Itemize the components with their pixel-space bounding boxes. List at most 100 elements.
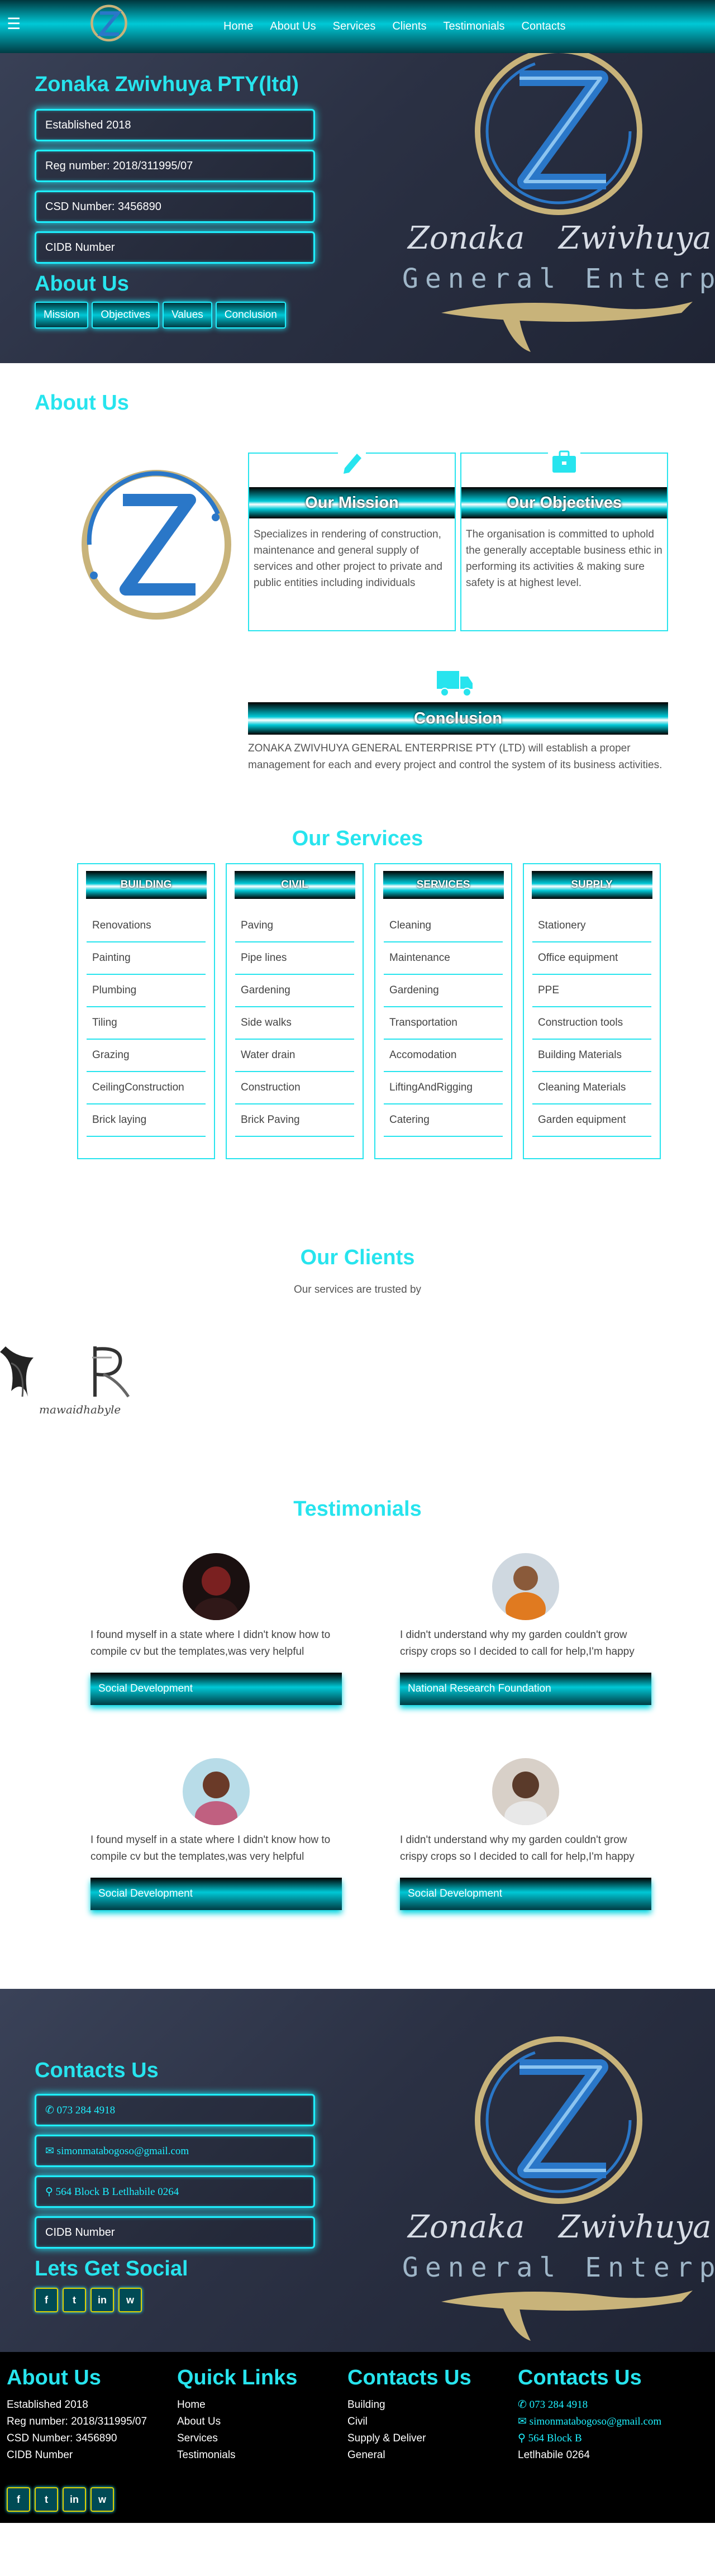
service-item: Maintenance [384,942,503,975]
nav-clients[interactable]: Clients [392,20,426,33]
social-title: Lets Get Social [35,2257,188,2280]
objectives-title: Our Objectives [506,494,622,512]
about-section: About Us Our Mission Specializes in rend… [0,363,715,827]
whatsapp-icon[interactable]: w [118,2288,142,2312]
nav-contacts[interactable]: Contacts [522,20,566,33]
footer-email[interactable]: ✉ simonmatabogoso@gmail.com [518,2413,708,2430]
testimonial-source: Social Development [400,1878,651,1910]
testimonials-title: Testimonials [293,1497,422,1521]
service-item: Transportation [384,1007,503,1040]
footer-link-testimonials[interactable]: Testimonials [177,2447,339,2464]
facebook-icon[interactable]: f [7,2487,30,2512]
nav-home[interactable]: Home [223,20,253,33]
logo-word-2: Zwivhuya [557,2209,712,2245]
service-item: Tiling [87,1007,206,1040]
twitter-icon[interactable]: t [63,2288,86,2312]
footer-phone-text: 073 284 4918 [529,2399,588,2411]
service-item: Construction [235,1072,354,1104]
footer-about-line: CSD Number: 3456890 [7,2432,117,2444]
mission-title: Our Mission [305,494,399,512]
footer-about-line: Reg number: 2018/311995/07 [7,2416,147,2427]
testimonials-section: Testimonials I found myself in a state w… [0,1497,715,1989]
footer-phone[interactable]: ✆ 073 284 4918 [518,2397,708,2413]
service-column-title: CIVIL [281,879,308,891]
objectives-title-bar: Our Objectives [461,487,667,518]
service-item: Water drain [235,1040,354,1072]
nav-about[interactable]: About Us [270,20,316,33]
service-item: Accomodation [384,1040,503,1072]
truck-icon [437,671,473,697]
address-box[interactable]: ⚲ 564 Block B Letlhabile 0264 [35,2175,315,2208]
about-tabs: Mission Objectives Values Conclusion [35,302,320,328]
linkedin-icon[interactable]: in [63,2487,86,2512]
footer-email-text: simonmatabogoso@gmail.com [529,2416,662,2427]
testimonial-2: I didn't understand why my garden couldn… [400,1553,651,1705]
service-item: Renovations [87,910,206,942]
footer-address[interactable]: ⚲ 564 Block B [518,2430,708,2447]
service-item: Catering [384,1104,503,1137]
mission-text: Specializes in rendering of construction… [254,528,442,589]
client-logo-text: mawaidhabyle [39,1403,121,1416]
testimonial-quote: I didn't understand why my garden couldn… [400,1834,635,1863]
service-item: Stationery [532,910,651,942]
logo-line-2: General Enterpri [402,263,715,294]
avatar [183,1553,250,1620]
hero-section: Zonaka Zwivhuya General Enterpri Zonaka … [0,0,715,363]
service-column-civil: CIVIL Paving Pipe lines Gardening Side walks… [226,863,364,1159]
menu-icon[interactable]: ☰ [7,15,21,33]
service-item: Gardening [384,975,503,1007]
logo-word-2: Zwivhuya [557,220,712,256]
footer-social-links: f t in w [7,2487,114,2512]
footer-link-home[interactable]: Home [177,2397,339,2413]
service-item: Construction tools [532,1007,651,1040]
nav-links: Home About Us Services Clients Testimoni… [223,20,565,33]
service-column-services: SERVICES Cleaning Maintenance Gardening Tran… [374,863,512,1159]
service-list: Stationery Office equipment PPE Constructio… [532,910,651,1137]
tab-conclusion[interactable]: Conclusion [215,302,286,328]
cidb-box: CIDB Number [35,2216,315,2249]
pencil-icon [338,449,366,477]
footer-quick-links: Quick Links Home About Us Services Testi… [177,2366,339,2464]
about-section-title: About Us [35,391,129,415]
clients-subtitle: Our services are trusted by [293,1284,422,1296]
service-item: Painting [87,942,206,975]
service-column-title: SERVICES [416,879,470,891]
service-column-header: CIVIL [234,871,355,899]
service-item: Brick laying [87,1104,206,1137]
phone-icon: ✆ [518,2399,530,2411]
tab-objectives[interactable]: Objectives [92,302,160,328]
tab-values[interactable]: Values [163,302,212,328]
twitter-icon[interactable]: t [35,2487,58,2512]
linkedin-icon[interactable]: in [90,2288,114,2312]
footer-city: Letlhabile 0264 [518,2449,590,2461]
services-section: Our Services BUILDING Renovations Painting… [0,827,715,1246]
briefcase-icon [548,447,580,477]
nav-logo[interactable] [84,0,134,50]
objectives-card: Our Objectives The organisation is commi… [460,447,668,631]
phone-number: 073 284 4918 [56,2104,116,2116]
mission-card: Our Mission Specializes in rendering of … [248,449,456,631]
email-box[interactable]: ✉ simonmatabogoso@gmail.com [35,2135,315,2167]
logo-word-1: Zonaka [407,2209,525,2245]
facebook-icon[interactable]: f [35,2288,58,2312]
whatsapp-icon[interactable]: w [90,2487,114,2512]
service-list: Cleaning Maintenance Gardening Transportati… [384,910,503,1137]
tab-mission[interactable]: Mission [35,302,89,328]
footer: About Us Established 2018 Reg number: 20… [0,2352,715,2523]
company-logo-large: Zonaka Zwivhuya General Enterpri [402,2036,715,2341]
conclusion-text: ZONAKA ZWIVHUYA GENERAL ENTERPRISE PTY (… [248,742,662,771]
footer-service-line: Supply & Deliver [347,2432,426,2444]
footer-link-services[interactable]: Services [177,2430,339,2447]
footer-link-about[interactable]: About Us [177,2413,339,2430]
testimonial-quote: I found myself in a state where I didn't… [90,1834,331,1863]
service-column-header: SERVICES [383,871,504,899]
services-title: Our Services [292,827,423,850]
top-navbar: ☰ Home About Us Services Clients Testimo… [0,0,715,53]
nav-testimonials[interactable]: Testimonials [443,20,504,33]
envelope-icon: ✉ [518,2416,530,2427]
phone-box[interactable]: ✆ 073 284 4918 [35,2094,315,2126]
clients-title: Our Clients [300,1246,415,1269]
footer-contacts2-title: Contacts Us [518,2366,642,2389]
nav-services[interactable]: Services [333,20,376,33]
service-item: Cleaning Materials [532,1072,651,1104]
